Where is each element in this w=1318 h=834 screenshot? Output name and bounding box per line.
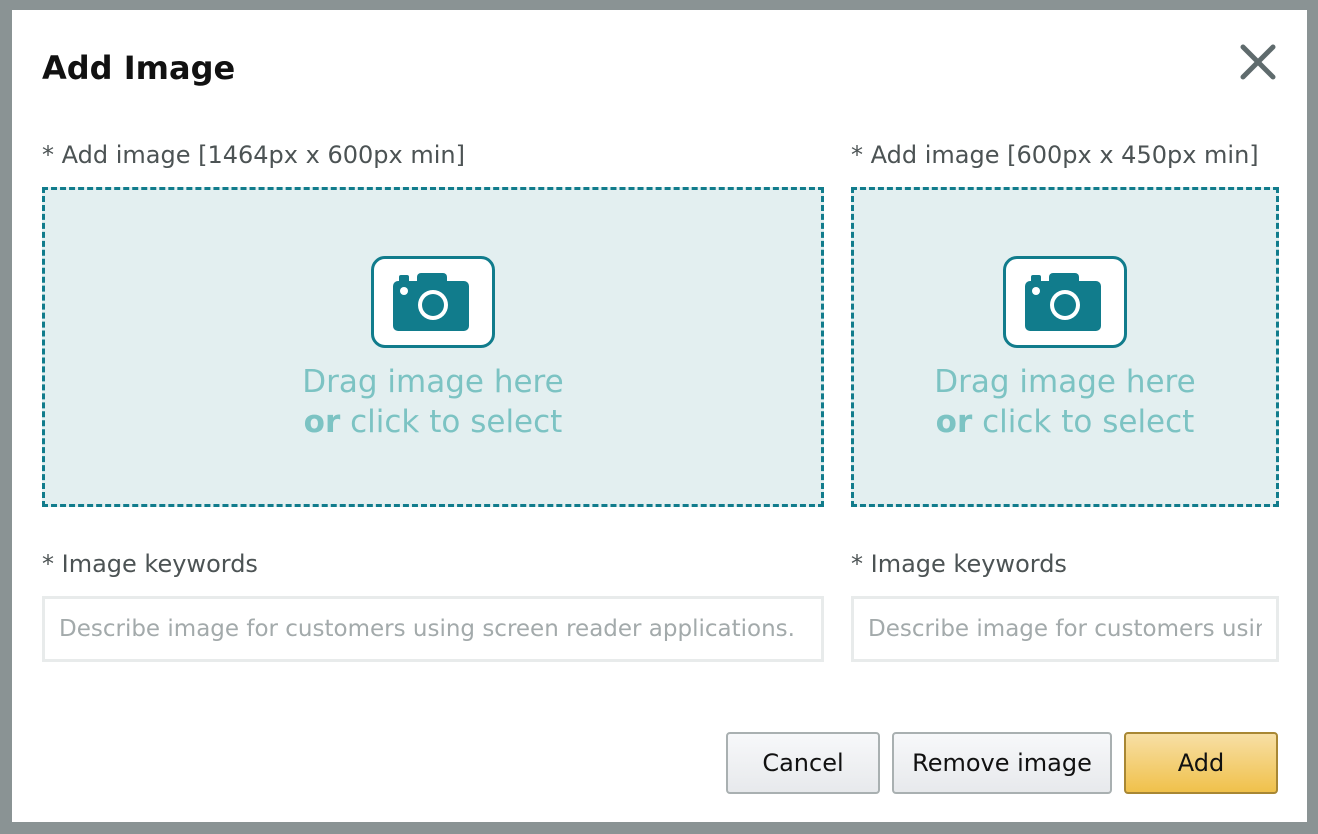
remove-image-button[interactable]: Remove image bbox=[892, 732, 1112, 794]
left-image-dropzone[interactable]: Drag image here or click to select bbox=[42, 187, 824, 507]
right-keywords-label: * Image keywords bbox=[851, 550, 1067, 578]
or-text: or bbox=[935, 404, 973, 440]
right-image-label: * Add image [600px x 450px min] bbox=[851, 141, 1259, 169]
left-image-label: * Add image [1464px x 600px min] bbox=[42, 141, 465, 169]
click-select-text: click to select bbox=[972, 404, 1195, 440]
click-select-text: click to select bbox=[340, 404, 563, 440]
close-icon bbox=[1240, 44, 1276, 80]
cancel-button[interactable]: Cancel bbox=[726, 732, 880, 794]
camera-icon-frame bbox=[1003, 256, 1127, 348]
add-image-dialog: Add Image * Add image [1464px x 600px mi… bbox=[12, 10, 1307, 822]
camera-icon bbox=[1025, 273, 1101, 331]
camera-icon-frame bbox=[371, 256, 495, 348]
add-button[interactable]: Add bbox=[1124, 732, 1278, 794]
left-keywords-input[interactable] bbox=[42, 596, 824, 662]
click-to-select-text: or click to select bbox=[45, 402, 821, 442]
right-keywords-input[interactable] bbox=[851, 596, 1279, 662]
right-drop-instructions: Drag image here or click to select bbox=[854, 362, 1276, 442]
left-drop-instructions: Drag image here or click to select bbox=[45, 362, 821, 442]
drag-image-text: Drag image here bbox=[934, 364, 1196, 400]
dialog-title: Add Image bbox=[42, 49, 236, 87]
click-to-select-text: or click to select bbox=[854, 402, 1276, 442]
right-image-dropzone[interactable]: Drag image here or click to select bbox=[851, 187, 1279, 507]
camera-icon bbox=[393, 273, 469, 331]
close-button[interactable] bbox=[1238, 42, 1278, 82]
left-keywords-label: * Image keywords bbox=[42, 550, 258, 578]
drag-image-text: Drag image here bbox=[302, 364, 564, 400]
or-text: or bbox=[303, 404, 341, 440]
